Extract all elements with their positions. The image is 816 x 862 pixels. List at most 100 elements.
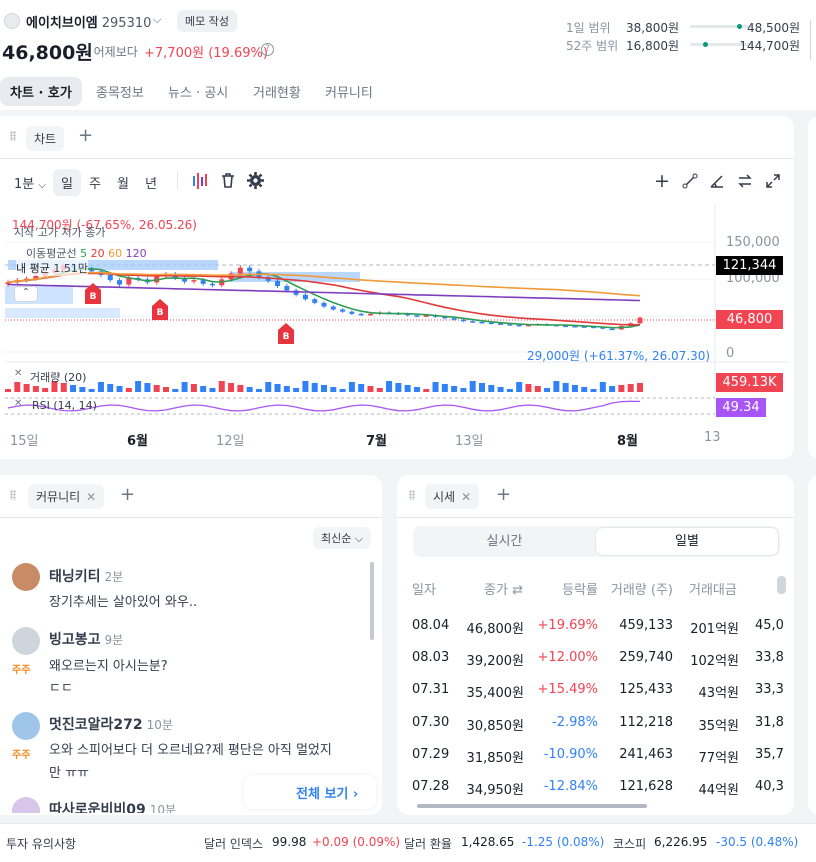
x-tick: 6월 — [127, 434, 149, 449]
min-annotation: 29,000원 (+61.37%, 26.07.30) — [527, 349, 711, 363]
x-tick: 15일 — [10, 434, 39, 449]
segment-daily[interactable]: 일별 — [596, 528, 778, 555]
close-rsi-icon[interactable]: ✕ — [14, 398, 22, 409]
volume-bar — [181, 382, 188, 392]
close-icon[interactable]: ✕ — [86, 490, 96, 504]
interval-day[interactable]: 일 — [53, 169, 81, 196]
volume-bar — [88, 389, 95, 392]
divider — [397, 517, 794, 518]
stock-code: 295310 — [101, 16, 152, 31]
col-date: 일자 — [412, 583, 436, 598]
candle — [609, 328, 615, 331]
divider — [177, 172, 178, 190]
view-all-button[interactable]: 전체 보기 › — [244, 775, 376, 809]
interval-year[interactable]: 년 — [145, 173, 157, 192]
plus-icon[interactable]: + — [654, 170, 670, 192]
ma-120: 120 — [125, 247, 147, 260]
interval-week[interactable]: 주 — [89, 173, 101, 192]
52week-range: 52주 범위 16,800원 144,700원 — [566, 37, 806, 53]
volume-bar — [441, 384, 448, 392]
my-average-label: 내 평균 1.51만 — [16, 260, 88, 276]
volume-bar — [460, 388, 467, 392]
stock-header: 에이치브이엠 295310 ⌵ 메모 작성 46,800원 · 어제보다 +7,7… — [0, 0, 816, 66]
gear-icon[interactable] — [247, 172, 264, 189]
add-panel-icon[interactable]: + — [496, 486, 511, 504]
invest-warning-link[interactable]: 투자 유의사항 — [6, 835, 76, 852]
ma-20: 20 — [90, 247, 105, 260]
candle — [414, 315, 420, 317]
community-tag[interactable]: 커뮤니티 ✕ — [28, 484, 105, 509]
close-volume-icon[interactable]: ✕ — [14, 368, 22, 379]
col-close[interactable]: 종가 ⇄ — [463, 579, 523, 598]
quotes-tag[interactable]: 시세 ✕ — [425, 484, 480, 509]
quotes-segment: 실시간 일별 — [413, 526, 780, 557]
buy-marker-label: B — [157, 308, 164, 318]
day-range: 1일 범위 38,800원 48,500원 — [566, 19, 806, 35]
cell-extra: 31,8 — [755, 714, 784, 730]
cell-date: 07.28 — [412, 779, 450, 794]
scrollbar-vertical[interactable] — [777, 576, 786, 594]
tab-trades[interactable]: 거래현황 — [243, 77, 311, 106]
volume-bar — [321, 385, 327, 392]
rsi-value-box: 49.34 — [716, 398, 766, 417]
scrollbar-horizontal[interactable] — [405, 803, 785, 809]
candle — [126, 277, 132, 285]
candle — [191, 280, 197, 282]
scrollbar-thumb[interactable] — [417, 804, 647, 808]
cell-extra: 45,0 — [755, 618, 784, 633]
interval-select[interactable]: 1분 ⌵ — [14, 173, 46, 192]
cell-rate: -2.98% — [552, 714, 598, 730]
chart-tag[interactable]: 차트 — [26, 126, 65, 151]
drag-handle-icon[interactable] — [10, 490, 16, 500]
candle — [330, 306, 336, 310]
tab-news[interactable]: 뉴스 · 공시 — [158, 77, 238, 106]
volume-bar — [246, 387, 253, 392]
add-panel-icon[interactable]: + — [120, 486, 135, 504]
dollar-index-change: +0.09 (0.09%) — [312, 835, 401, 849]
drag-handle-icon[interactable] — [409, 490, 415, 500]
avatar — [12, 712, 40, 740]
scrollbar[interactable] — [370, 562, 374, 640]
help-icon[interactable]: ? — [261, 43, 274, 56]
drag-handle-icon[interactable] — [10, 131, 16, 141]
collapse-legend-button[interactable]: ⌃ — [14, 286, 38, 302]
fx-label: 달러 환율 — [404, 837, 452, 851]
position-band — [5, 308, 120, 318]
expand-icon[interactable] — [765, 173, 781, 189]
volume-bar — [553, 381, 560, 392]
interval-month[interactable]: 월 — [117, 173, 129, 192]
volume-bar — [395, 383, 402, 392]
tab-info[interactable]: 종목정보 — [86, 77, 154, 106]
cell-volume: 241,463 — [619, 746, 673, 762]
close-icon[interactable]: ✕ — [461, 490, 471, 504]
stock-name[interactable]: 에이치브이엠 295310 — [26, 12, 151, 31]
candle — [479, 321, 485, 324]
volume-bar — [581, 387, 588, 392]
post-author: 태닝키티 2분 — [49, 569, 124, 585]
candle-icon[interactable] — [192, 172, 208, 190]
trash-icon[interactable] — [220, 172, 236, 189]
divider — [0, 158, 794, 159]
volume-bar — [479, 383, 485, 392]
add-panel-icon[interactable]: + — [78, 127, 93, 145]
angle-tool-icon[interactable] — [709, 173, 725, 189]
swap-icon[interactable] — [737, 173, 753, 189]
volume-bar — [376, 388, 383, 392]
volume-bar — [469, 381, 476, 392]
line-tool-icon[interactable] — [682, 173, 698, 189]
volume-bar — [200, 386, 207, 392]
price-chart[interactable]: B B B — [0, 204, 794, 430]
sort-select[interactable]: 최신순 ⌵ — [313, 527, 372, 549]
ma-legend[interactable]: 이동평균선 5 20 60 120 — [26, 245, 147, 261]
candle — [247, 267, 253, 272]
chevron-down-icon[interactable]: ⌵ — [153, 13, 161, 27]
memo-button[interactable]: 메모 작성 — [177, 10, 237, 32]
tab-community[interactable]: 커뮤니티 — [315, 77, 383, 106]
segment-realtime[interactable]: 실시간 — [413, 526, 596, 557]
tab-chart[interactable]: 차트 · 호가 — [0, 77, 82, 106]
x-tick: 13일 — [455, 434, 484, 449]
candle — [302, 294, 308, 300]
cell-rate: +19.69% — [537, 618, 598, 633]
crosshair-price-box: 121,344 — [716, 256, 783, 275]
volume-bar — [590, 389, 597, 392]
